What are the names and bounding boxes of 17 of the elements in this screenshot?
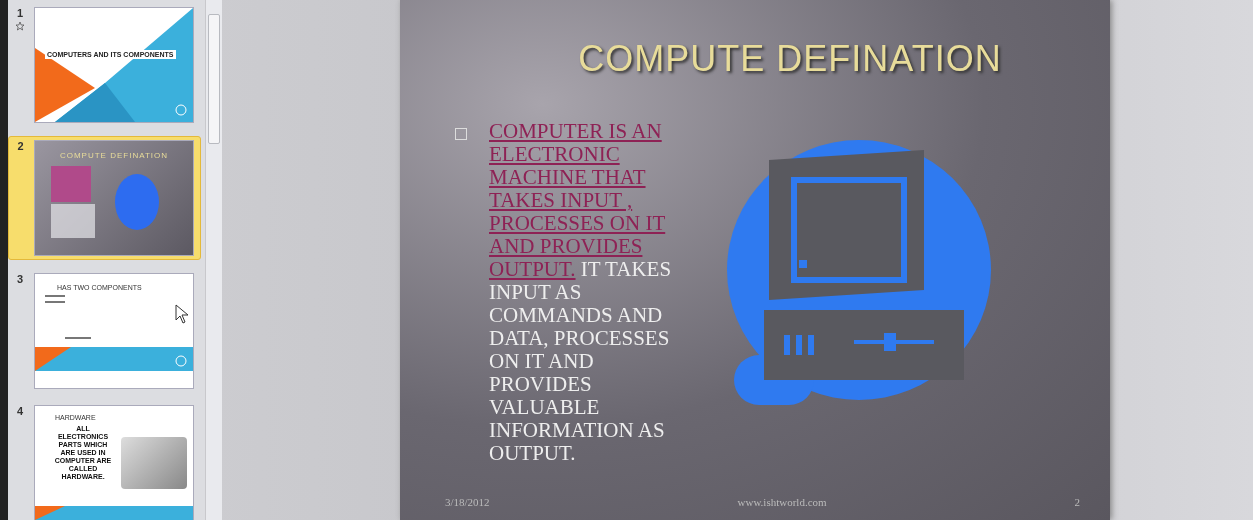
mouse-pointer-icon [175, 304, 189, 324]
slide-number: 2 [1074, 496, 1080, 508]
photo-placeholder [121, 437, 187, 489]
slide-number: 4 [16, 405, 24, 417]
slide-number: 1 [16, 7, 24, 19]
slide-thumbnail-item[interactable]: 2 COMPUTE DEFINATION [8, 136, 201, 260]
scroll-bar[interactable] [205, 0, 222, 520]
slide-title: COMPUTE DEFINATION [577, 38, 1003, 80]
slide-number: 3 [16, 273, 24, 285]
thumbnail-title: COMPUTE DEFINATION [58, 151, 170, 160]
slide-footer: www.ishtworld.com [737, 496, 827, 508]
circle-icon [175, 104, 187, 116]
slide-number: 2 [17, 140, 24, 152]
bullet-paragraph: COMPUTER IS AN ELECTRONIC MACHINE THAT TAKES INPUT , PROCESSES ON IT AND PROVIDES OUTPUT. IT TAKES INPUT AS COMMANDS AND DATA, PROCESSES ON IT AND PROVIDES VALUABLE INFORMATION AS OUTPUT. [489, 120, 673, 467]
slide-date: 3/18/2012 [445, 496, 490, 508]
scroll-thumb[interactable] [208, 14, 220, 144]
bullet-icon [455, 128, 467, 140]
